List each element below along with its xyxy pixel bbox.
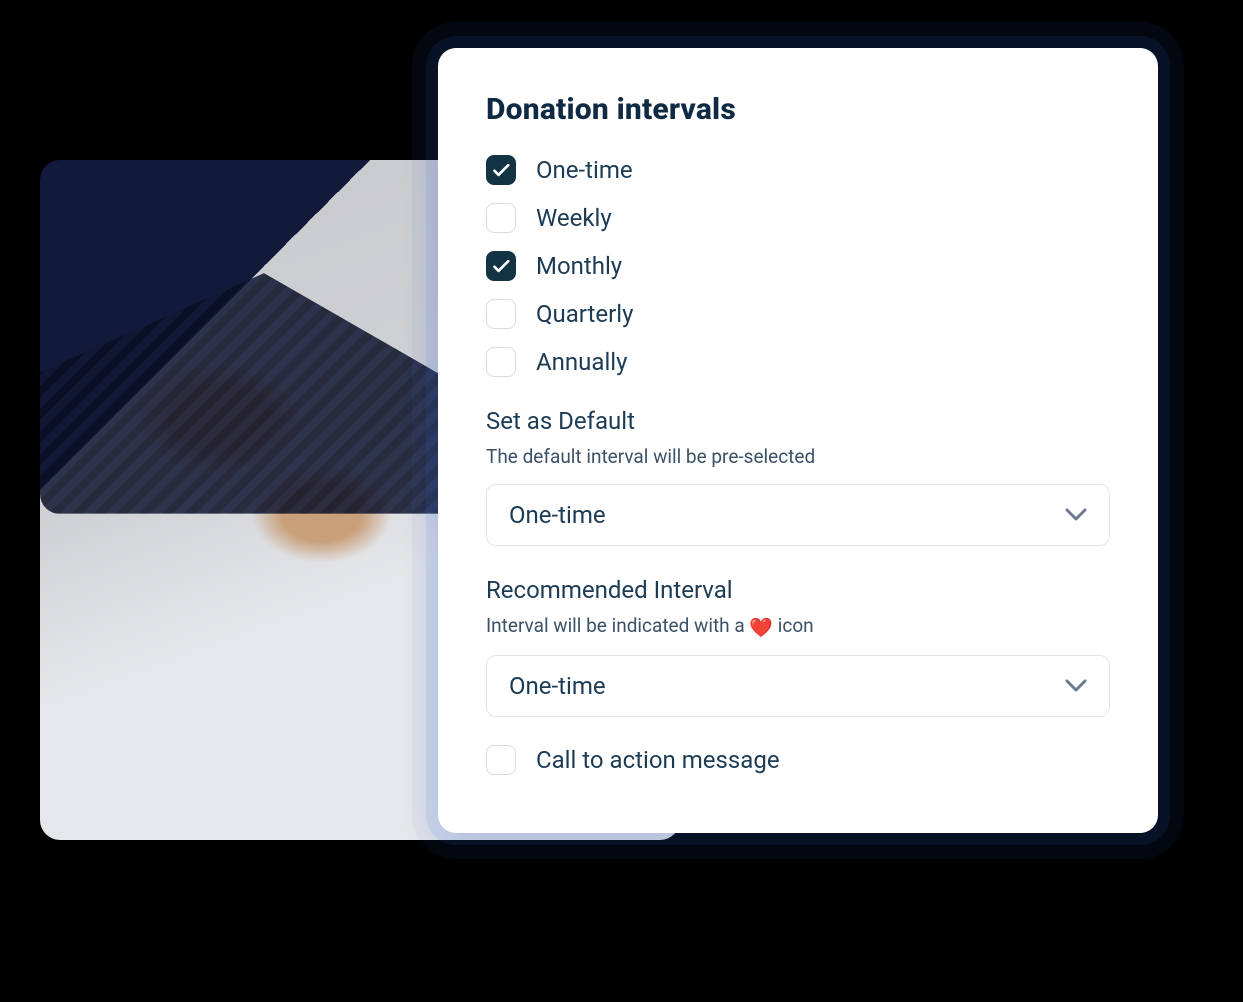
recommended-sub-after: icon — [773, 614, 814, 637]
recommended-select-value: One-time — [509, 672, 606, 700]
checkbox-one-time[interactable] — [486, 155, 516, 185]
interval-option-weekly: Weekly — [486, 203, 1110, 233]
checkbox-weekly[interactable] — [486, 203, 516, 233]
recommended-sub-before: Interval will be indicated with a — [486, 614, 749, 637]
recommended-label: Recommended Interval — [486, 576, 1110, 604]
interval-option-quarterly: Quarterly — [486, 299, 1110, 329]
interval-label: Quarterly — [536, 300, 633, 328]
default-select-value: One-time — [509, 501, 606, 529]
interval-label: Weekly — [536, 204, 612, 232]
checkbox-monthly[interactable] — [486, 251, 516, 281]
checkbox-annually[interactable] — [486, 347, 516, 377]
interval-label: One-time — [536, 156, 633, 184]
cta-label: Call to action message — [536, 746, 780, 774]
cta-option: Call to action message — [486, 745, 1110, 775]
panel-title: Donation intervals — [486, 92, 1110, 127]
donation-intervals-panel: Donation intervals One-time Weekly Month… — [438, 48, 1158, 833]
default-interval-select[interactable]: One-time — [486, 484, 1110, 546]
chevron-down-icon — [1065, 679, 1087, 693]
interval-option-monthly: Monthly — [486, 251, 1110, 281]
default-label: Set as Default — [486, 407, 1110, 435]
interval-label: Annually — [536, 348, 627, 376]
interval-option-one-time: One-time — [486, 155, 1110, 185]
interval-option-annually: Annually — [486, 347, 1110, 377]
check-icon — [493, 260, 510, 273]
recommended-interval-select[interactable]: One-time — [486, 655, 1110, 717]
checkbox-quarterly[interactable] — [486, 299, 516, 329]
recommended-sub: Interval will be indicated with a ❤️ ico… — [486, 614, 1110, 639]
check-icon — [493, 164, 510, 177]
checkbox-cta[interactable] — [486, 745, 516, 775]
chevron-down-icon — [1065, 508, 1087, 522]
default-sub: The default interval will be pre-selecte… — [486, 445, 1110, 468]
heart-icon: ❤️ — [749, 616, 773, 639]
interval-label: Monthly — [536, 252, 622, 280]
